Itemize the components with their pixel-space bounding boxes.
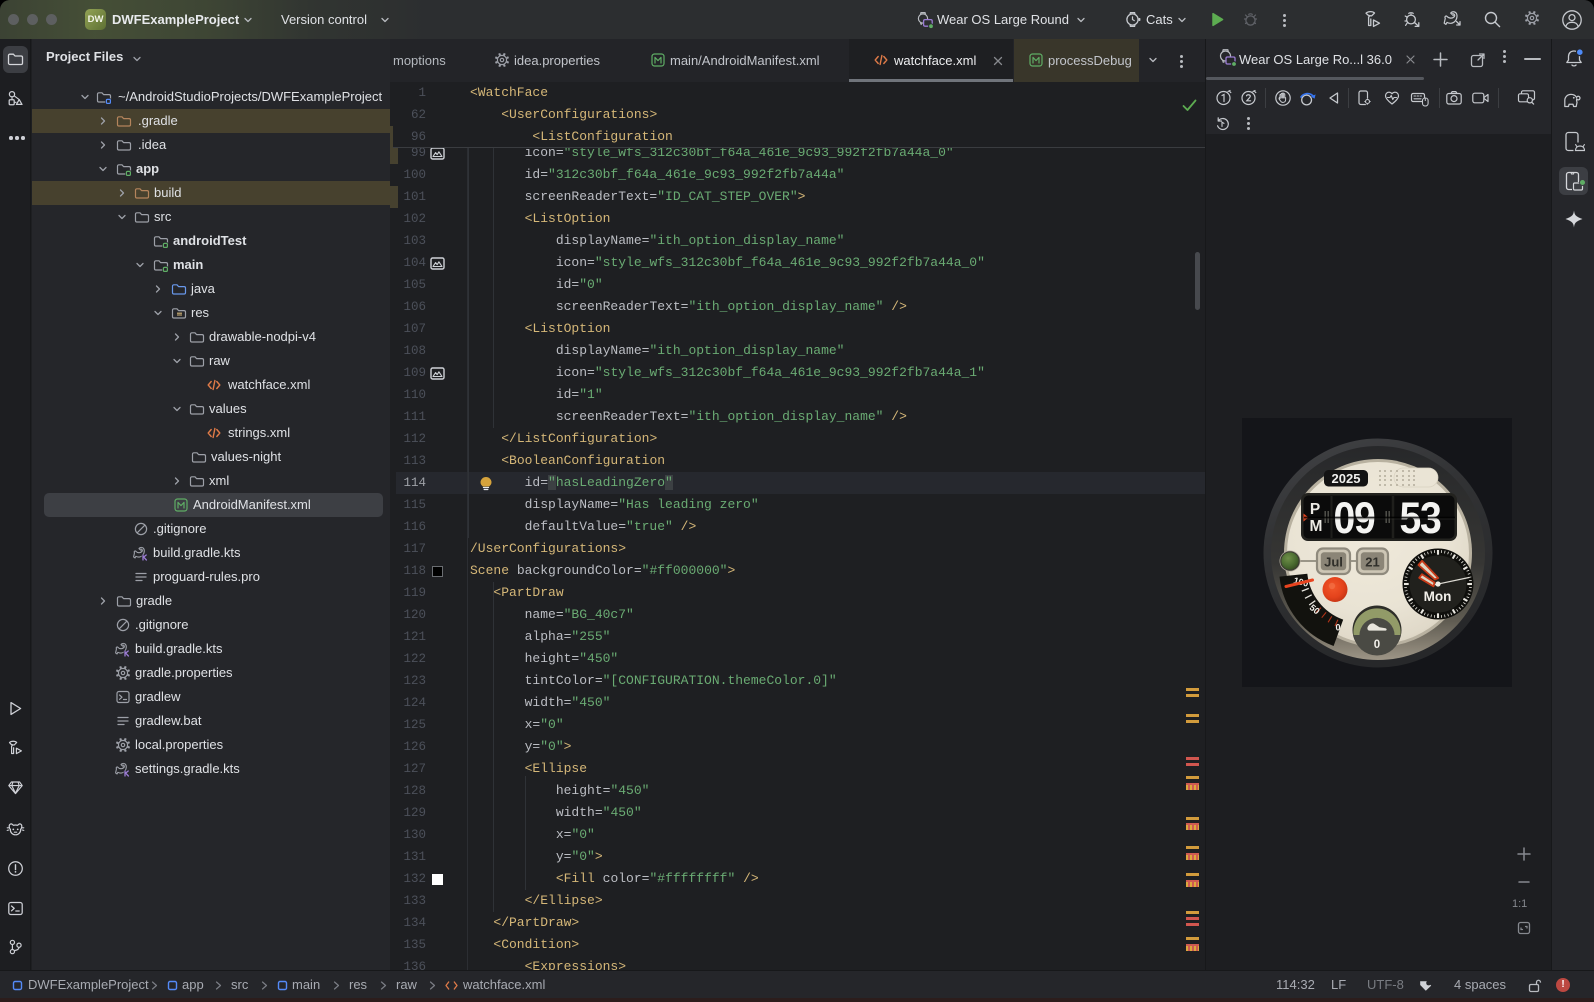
svg-text:M: M — [1310, 518, 1323, 535]
svg-text:Jul: Jul — [1324, 555, 1343, 570]
svg-text:0: 0 — [1335, 623, 1340, 633]
svg-text:P: P — [1310, 501, 1320, 518]
svg-text:0: 0 — [1374, 639, 1380, 651]
svg-text:21: 21 — [1365, 555, 1379, 570]
svg-text:2025: 2025 — [1332, 471, 1361, 486]
svg-text:Mon: Mon — [1424, 589, 1452, 604]
